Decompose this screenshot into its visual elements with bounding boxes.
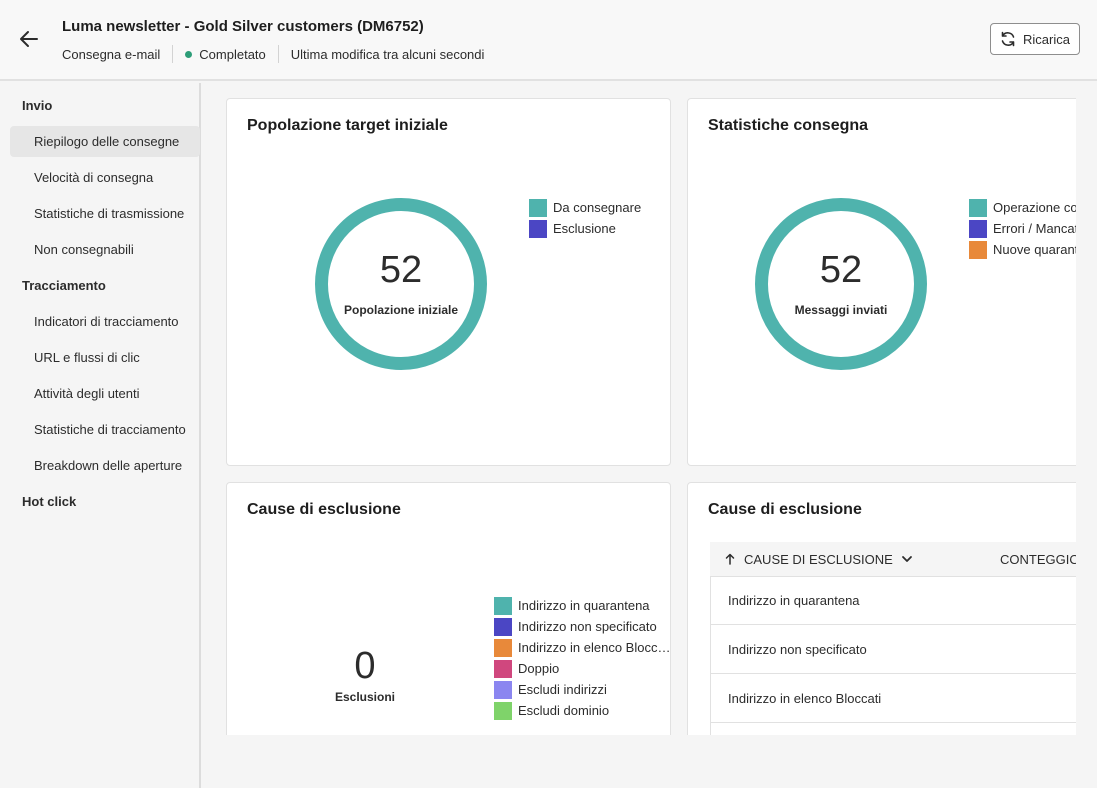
legend-label: Escludi dominio — [518, 703, 610, 718]
back-arrow-icon[interactable] — [16, 26, 42, 52]
legend-swatch — [494, 680, 512, 699]
delivery-stats-card: Statistiche consegna 52 Messaggi inviati… — [687, 98, 1076, 466]
legend-label: Errori / Mancat — [993, 221, 1076, 236]
nav-item-url-flussi-clic[interactable]: URL e flussi di clic — [10, 342, 200, 373]
page-title: Luma newsletter - Gold Silver customers … — [62, 18, 424, 35]
table-row[interactable]: Indirizzo in quarantena — [710, 576, 1076, 625]
legend-swatch — [969, 240, 987, 259]
population-donut-chart: 52 Popolazione iniziale — [315, 198, 487, 370]
legend-swatch — [969, 219, 987, 238]
column-header-cause-label: CAUSE DI ESCLUSIONE — [744, 551, 893, 567]
legend-swatch — [494, 638, 512, 657]
exclusion-causes-table: CAUSE DI ESCLUSIONE CONTEGGIO Indirizzo … — [710, 542, 1076, 735]
page-header: Luma newsletter - Gold Silver customers … — [0, 0, 1097, 81]
column-header-cause[interactable]: CAUSE DI ESCLUSIONE — [724, 552, 913, 567]
delivery-meta: Consegna e-mail Completato Ultima modifi… — [62, 45, 484, 63]
legend-item: Operazione con — [969, 197, 1076, 218]
legend-item: Doppio — [494, 658, 670, 679]
legend-label: Indirizzo in elenco Blocc… — [518, 640, 671, 655]
population-legend: Da consegnare Esclusione — [529, 197, 641, 239]
legend-item: Escludi dominio — [494, 700, 670, 721]
table-header: CAUSE DI ESCLUSIONE CONTEGGIO — [710, 542, 1076, 576]
status-label: Completato — [199, 46, 266, 62]
nav-group-tracciamento: Tracciamento — [22, 278, 106, 293]
nav-item-riepilogo-consegne[interactable]: Riepilogo delle consegne — [10, 126, 200, 157]
nav-item-indicatori-tracciamento[interactable]: Indicatori di tracciamento — [10, 306, 200, 337]
delivery-donut-chart: 52 Messaggi inviati — [755, 198, 927, 370]
nav-item-statistiche-tracciamento[interactable]: Statistiche di tracciamento — [10, 414, 200, 445]
legend-swatch — [494, 617, 512, 636]
legend-swatch — [969, 198, 987, 217]
reload-button[interactable]: Ricarica — [990, 23, 1080, 55]
exclusion-causes-chart-card: Cause di esclusione 0 Esclusioni Indiriz… — [226, 482, 671, 735]
exclusion-legend: Indirizzo in quarantena Indirizzo non sp… — [494, 595, 670, 721]
sidebar: Invio Riepilogo delle consegne Velocità … — [0, 83, 201, 788]
exclusion-value: 0 — [354, 645, 376, 687]
population-value-label: Popolazione iniziale — [343, 303, 459, 317]
nav-group-invio: Invio — [22, 98, 53, 113]
legend-swatch — [529, 219, 547, 238]
divider — [277, 45, 279, 63]
reload-label: Ricarica — [1023, 31, 1070, 47]
delivery-value: 52 — [819, 249, 863, 291]
delivery-value-label: Messaggi inviati — [794, 303, 888, 317]
sort-arrow-up-icon — [725, 553, 735, 565]
channel-label: Consegna e-mail — [62, 46, 161, 62]
population-card-title: Popolazione target iniziale — [247, 117, 448, 134]
delivery-card-title: Statistiche consegna — [708, 117, 869, 134]
legend-label: Nuove quarant — [993, 242, 1076, 257]
nav-item-statistiche-trasmissione[interactable]: Statistiche di trasmissione — [10, 198, 200, 229]
legend-item: Errori / Mancat — [969, 218, 1076, 239]
legend-label: Escludi indirizzi — [518, 682, 607, 697]
nav-item-velocita-consegna[interactable]: Velocità di consegna — [10, 162, 200, 193]
delivery-legend: Operazione con Errori / Mancat Nuove qua… — [969, 197, 1076, 260]
legend-swatch — [494, 659, 512, 678]
legend-label: Indirizzo non specificato — [518, 619, 657, 634]
nav-item-attivita-utenti[interactable]: Attività degli utenti — [10, 378, 200, 409]
population-card: Popolazione target iniziale 52 Popolazio… — [226, 98, 671, 466]
table-cell: Indirizzo in elenco Bloccati — [728, 690, 882, 706]
nav-item-breakdown-aperture[interactable]: Breakdown delle aperture — [10, 450, 200, 481]
legend-label: Doppio — [518, 661, 560, 676]
legend-label: Esclusione — [553, 221, 616, 236]
legend-swatch — [494, 596, 512, 615]
exclusion-chart-title: Cause di esclusione — [247, 501, 401, 518]
legend-item: Esclusione — [529, 218, 641, 239]
status-dot-icon — [185, 50, 193, 58]
exclusion-causes-table-card: Cause di esclusione CAUSE DI ESCLUSIONE … — [687, 482, 1076, 735]
nav-item-non-consegnabili[interactable]: Non consegnabili — [10, 234, 200, 265]
legend-item: Indirizzo in elenco Blocc… — [494, 637, 670, 658]
table-row[interactable]: Indirizzo in elenco Bloccati — [710, 674, 1076, 723]
chevron-down-icon — [901, 556, 912, 562]
legend-item: Indirizzo non specificato — [494, 616, 670, 637]
exclusion-total: 0 Esclusioni — [295, 645, 435, 704]
refresh-icon — [1001, 31, 1015, 47]
table-row[interactable] — [710, 723, 1076, 735]
legend-swatch — [494, 701, 512, 720]
legend-swatch — [529, 198, 547, 217]
table-cell: Indirizzo non specificato — [728, 641, 867, 657]
nav-group-hot-click[interactable]: Hot click — [22, 494, 76, 509]
column-header-count[interactable]: CONTEGGIO — [1000, 552, 1076, 567]
legend-label: Da consegnare — [553, 200, 642, 215]
table-row[interactable]: Indirizzo non specificato — [710, 625, 1076, 674]
legend-item: Nuove quarant — [969, 239, 1076, 260]
exclusion-value-label: Esclusioni — [334, 690, 396, 704]
legend-item: Indirizzo in quarantena — [494, 595, 670, 616]
table-cell: Indirizzo in quarantena — [728, 593, 860, 608]
legend-label: Operazione con — [993, 200, 1076, 215]
last-modified-label: Ultima modifica tra alcuni secondi — [290, 46, 485, 62]
legend-item: Da consegnare — [529, 197, 641, 218]
population-value: 52 — [379, 249, 423, 291]
legend-item: Escludi indirizzi — [494, 679, 670, 700]
exclusion-table-title: Cause di esclusione — [708, 501, 862, 518]
divider — [172, 45, 174, 63]
main-content: Popolazione target iniziale 52 Popolazio… — [203, 83, 1076, 735]
legend-label: Indirizzo in quarantena — [518, 598, 650, 613]
